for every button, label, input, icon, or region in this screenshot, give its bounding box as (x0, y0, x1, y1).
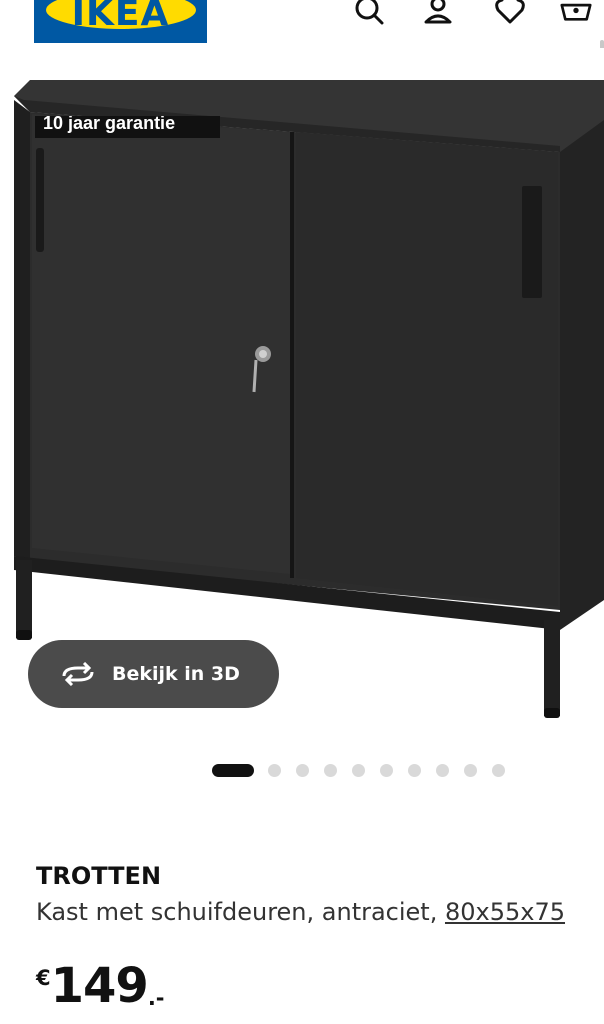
pagination-dot[interactable] (268, 763, 281, 777)
top-navigation: IKEA (0, 0, 604, 48)
product-name: TROTTEN (36, 862, 162, 890)
pagination-dot[interactable] (464, 763, 477, 777)
product-size-link[interactable]: 80x55x75 (445, 898, 565, 926)
pagination-dot[interactable] (352, 763, 365, 777)
user-icon[interactable] (422, 0, 454, 28)
view-in-3d-button[interactable]: Bekijk in 3D (28, 640, 279, 708)
ikea-logo[interactable]: IKEA (34, 0, 207, 43)
gallery-pagination[interactable] (212, 763, 520, 777)
pagination-dot[interactable] (324, 763, 337, 777)
heart-icon[interactable] (494, 0, 526, 28)
price-decimals: .- (147, 986, 165, 1010)
search-icon[interactable] (354, 0, 386, 28)
pagination-dot-active[interactable] (212, 763, 254, 777)
price-amount: 149 (50, 958, 149, 1014)
pagination-dot[interactable] (436, 763, 449, 777)
pagination-dot[interactable] (380, 763, 393, 777)
price-currency: € (36, 966, 51, 990)
basket-icon[interactable] (560, 0, 592, 28)
product-price: € 149 .- (36, 958, 165, 1014)
rotate-3d-icon (62, 662, 94, 686)
product-description-text: Kast met schuifdeuren, antraciet, (36, 898, 445, 926)
logo-text: IKEA (71, 0, 170, 29)
view-in-3d-label: Bekijk in 3D (112, 663, 240, 685)
pagination-dot[interactable] (408, 763, 421, 777)
guarantee-badge: 10 jaar garantie (35, 116, 220, 138)
product-description: Kast met schuifdeuren, antraciet, 80x55x… (36, 898, 565, 926)
pagination-dot[interactable] (492, 763, 505, 777)
pagination-dot[interactable] (296, 763, 309, 777)
